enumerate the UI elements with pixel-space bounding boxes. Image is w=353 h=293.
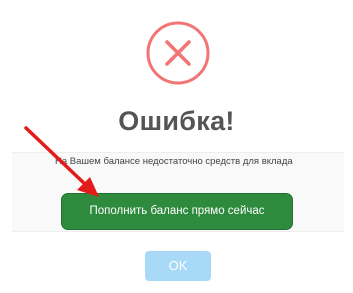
error-x-circle-icon bbox=[146, 21, 210, 85]
error-message: На Вашем балансе недостаточно средств дл… bbox=[55, 156, 293, 167]
topup-balance-button[interactable]: Пополнить баланс прямо сейчас bbox=[61, 193, 293, 230]
dialog-title: Ошибка! bbox=[118, 106, 235, 136]
ok-button[interactable]: OK bbox=[145, 251, 211, 281]
